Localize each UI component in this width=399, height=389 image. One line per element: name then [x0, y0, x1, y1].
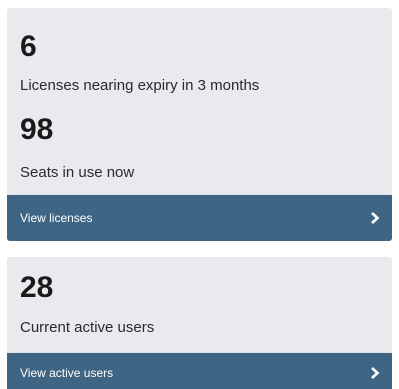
expiring-licenses-count: 6: [20, 30, 37, 63]
chevron-right-icon: [371, 212, 380, 224]
view-licenses-button[interactable]: View licenses: [7, 195, 392, 241]
active-users-card: 28 Current active users View active user…: [7, 257, 392, 389]
view-active-users-label: View active users: [20, 366, 114, 380]
expiring-licenses-label: Licenses nearing expiry in 3 months: [20, 77, 260, 94]
seats-in-use-label: Seats in use now: [20, 164, 135, 181]
licenses-card: 6 Licenses nearing expiry in 3 months 98…: [7, 8, 392, 241]
view-licenses-label: View licenses: [20, 211, 93, 225]
view-active-users-button[interactable]: View active users: [7, 353, 392, 389]
active-users-label: Current active users: [20, 319, 155, 336]
chevron-right-icon: [371, 367, 380, 379]
active-users-count: 28: [20, 271, 54, 304]
seats-in-use-count: 98: [20, 113, 54, 146]
